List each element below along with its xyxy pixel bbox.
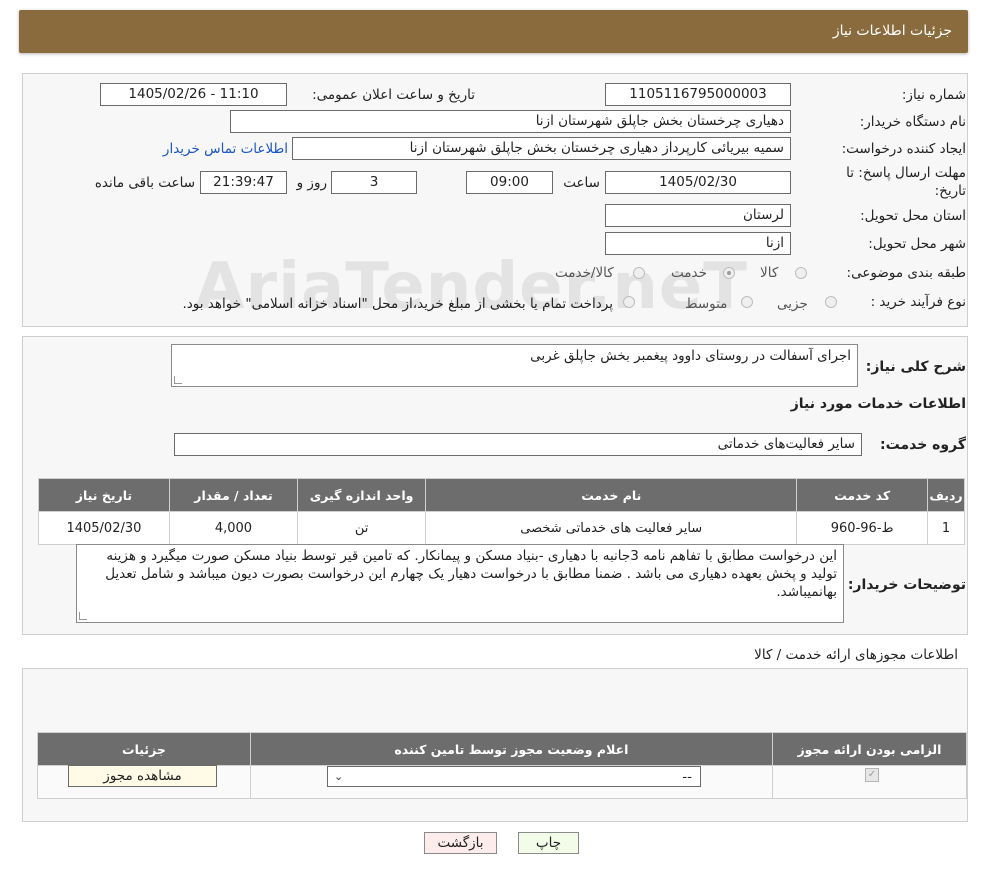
buyer-org-field: دهیاری چرخستان بخش جاپلق شهرستان ازنا (230, 110, 791, 133)
category-radio-goods-service[interactable] (633, 267, 645, 279)
process-option-medium: متوسط (685, 296, 728, 312)
buyer-notes-field: این درخواست مطابق با تفاهم نامه 3جانبه ب… (76, 544, 844, 623)
category-label: طبقه بندی موضوعی: (846, 265, 966, 281)
requester-field: سمیه بیریائی کارپرداز دهیاری چرخستان بخش… (292, 137, 791, 160)
buyer-org-label: نام دستگاه خریدار: (859, 114, 966, 130)
column-header-details: جزئیات (37, 732, 251, 766)
page-title: جزئیات اطلاعات نیاز (832, 23, 952, 39)
days-label: روز و (296, 175, 327, 191)
column-header-service-name: نام خدمت (425, 478, 798, 512)
category-option-service: خدمت (671, 265, 707, 281)
process-radio-minor[interactable] (825, 296, 837, 308)
column-header-unit: واحد اندازه گیری (297, 478, 427, 512)
cell-row-number: 1 (926, 511, 966, 545)
permit-status-select[interactable]: -- ⌄ (327, 766, 701, 787)
view-permit-button[interactable]: مشاهده مجوز (68, 765, 217, 787)
buyer-notes-label: توضیحات خریدار: (847, 577, 966, 593)
column-header-row: ردیف (926, 478, 966, 512)
column-header-service-code: کد خدمت (796, 478, 928, 512)
column-header-permit-status: اعلام وضعیت مجوز توسط تامین کننده (249, 732, 773, 766)
need-number-label: شماره نیاز: (901, 87, 966, 103)
province-field: لرستان (605, 204, 791, 227)
category-option-goods: کالا (760, 265, 779, 281)
deadline-date-field: 1405/02/30 (605, 171, 791, 194)
cell-service-code: ط-96-960 (796, 511, 928, 545)
description-label: شرح کلی نیاز: (865, 359, 966, 375)
chevron-down-icon: ⌄ (334, 770, 344, 783)
process-type-label: نوع فرآیند خرید : (870, 294, 966, 310)
resize-handle[interactable] (174, 376, 182, 384)
cell-unit: تن (297, 511, 427, 545)
days-remaining-field: 3 (331, 171, 417, 194)
column-header-date: تاریخ نیاز (38, 478, 170, 512)
permits-section-title: اطلاعات مجوزهای ارائه خدمت / کالا (754, 647, 958, 663)
announce-date-label: تاریخ و ساعت اعلان عمومی: (312, 87, 475, 103)
treasury-note: پرداخت تمام یا بخشی از مبلغ خرید،از محل … (182, 296, 613, 312)
cell-date: 1405/02/30 (38, 511, 170, 545)
announce-date-field: 1405/02/26 - 11:10 (100, 83, 287, 106)
services-section-title: اطلاعات خدمات مورد نیاز (790, 396, 966, 412)
need-number-field: 1105116795000003 (605, 83, 791, 106)
remaining-time-field: 21:39:47 (200, 171, 287, 194)
process-radio-medium[interactable] (741, 296, 753, 308)
select-value: -- (682, 769, 692, 785)
city-label: شهر محل تحویل: (868, 236, 966, 252)
services-table: تاریخ نیاز تعداد / مقدار واحد اندازه گیر… (38, 478, 966, 545)
service-group-label: گروه خدمت: (880, 437, 966, 453)
back-button[interactable]: بازگشت (424, 832, 497, 854)
treasury-checkbox[interactable] (623, 296, 635, 308)
cell-service-name: سایر فعالیت های خدماتی شخصی (425, 511, 798, 545)
buyer-contact-link[interactable]: اطلاعات تماس خریدار (163, 141, 288, 157)
service-group-field: سایر فعالیت‌های خدماتی (174, 433, 862, 456)
province-label: استان محل تحویل: (860, 208, 966, 224)
column-header-qty: تعداد / مقدار (168, 478, 299, 512)
remaining-time-label: ساعت باقی مانده (94, 175, 195, 191)
page-header: جزئیات اطلاعات نیاز (19, 10, 968, 53)
deadline-time-field: 09:00 (466, 171, 553, 194)
deadline-label-line2: تاریخ: (934, 183, 966, 199)
category-radio-goods[interactable] (795, 267, 807, 279)
watermark: AriaTender.neT (195, 250, 748, 324)
column-header-permit-required: الزامی بودن ارائه مجوز (771, 732, 968, 766)
table-row: 1405/02/30 4,000 تن سایر فعالیت های خدما… (38, 511, 966, 545)
city-field: ازنا (605, 232, 791, 255)
print-button[interactable]: چاپ (518, 832, 579, 854)
category-option-goods-service: کالا/خدمت (555, 265, 614, 281)
deadline-time-label: ساعت (563, 175, 600, 191)
category-radio-service[interactable] (723, 267, 735, 279)
requester-label: ایجاد کننده درخواست: (841, 141, 966, 157)
process-option-minor: جزیی (777, 296, 808, 312)
cell-qty: 4,000 (168, 511, 299, 545)
resize-handle[interactable] (79, 612, 87, 620)
description-field: اجرای آسفالت در روستای داوود پیغمبر بخش … (171, 344, 858, 387)
permit-required-checkbox: ✓ (865, 768, 879, 782)
deadline-label-line1: مهلت ارسال پاسخ: تا (846, 165, 966, 181)
